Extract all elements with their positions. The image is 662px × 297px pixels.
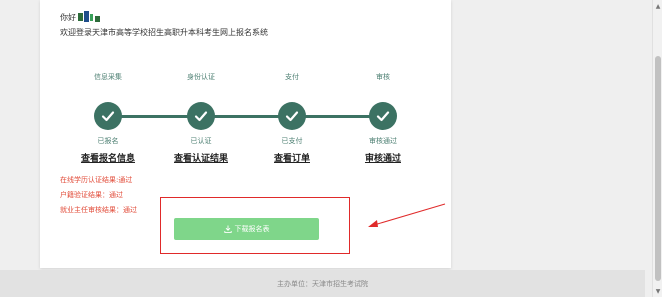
step-complete-icon [187,102,215,130]
step-status-identity: 已认证 [190,137,212,145]
step-complete-icon [94,102,122,130]
welcome-message: 欢迎登录天津市高等学校招生高职升本科考生网上报名系统 [60,28,268,37]
greeting: 你好 [60,11,108,23]
download-form-button[interactable]: 下载报名表 [174,218,319,240]
footer-text: 主办单位：天津市招生考试院 [277,279,368,288]
greeting-text: 你好 [60,12,76,22]
result-education: 在线学历认证结果:通过 [60,176,133,184]
step-complete-icon [278,102,306,130]
download-icon [223,225,232,233]
progress-track [108,115,388,118]
footer: 主办单位：天津市招生考试院 [0,270,645,297]
scroll-down-icon[interactable]: ▼ [653,285,662,297]
vertical-scrollbar[interactable]: ▲ ▼ [652,0,662,297]
step-status-info: 已报名 [97,137,119,145]
step-label-review: 审核 [376,73,390,81]
step-label-identity: 身份认证 [187,73,215,81]
step-status-review: 审核通过 [369,137,397,145]
username-redacted [78,11,108,23]
result-household: 户籍验证结果：通过 [60,191,123,199]
red-arrow-annotation [368,203,446,227]
scroll-up-icon[interactable]: ▲ [653,0,662,12]
scroll-thumb[interactable] [655,56,661,281]
result-employment: 就业主任审核结果：通过 [60,206,137,214]
download-label: 下载报名表 [234,225,270,233]
step-complete-icon [369,102,397,130]
step-status-pay: 已支付 [281,137,303,145]
view-auth-result-link[interactable]: 查看认证结果 [161,151,241,164]
step-label-info: 信息采集 [94,73,122,81]
view-order-link[interactable]: 查看订单 [252,151,332,164]
review-passed-link[interactable]: 审核通过 [343,151,423,164]
view-registration-link[interactable]: 查看报名信息 [68,151,148,164]
step-label-pay: 支付 [285,73,299,81]
